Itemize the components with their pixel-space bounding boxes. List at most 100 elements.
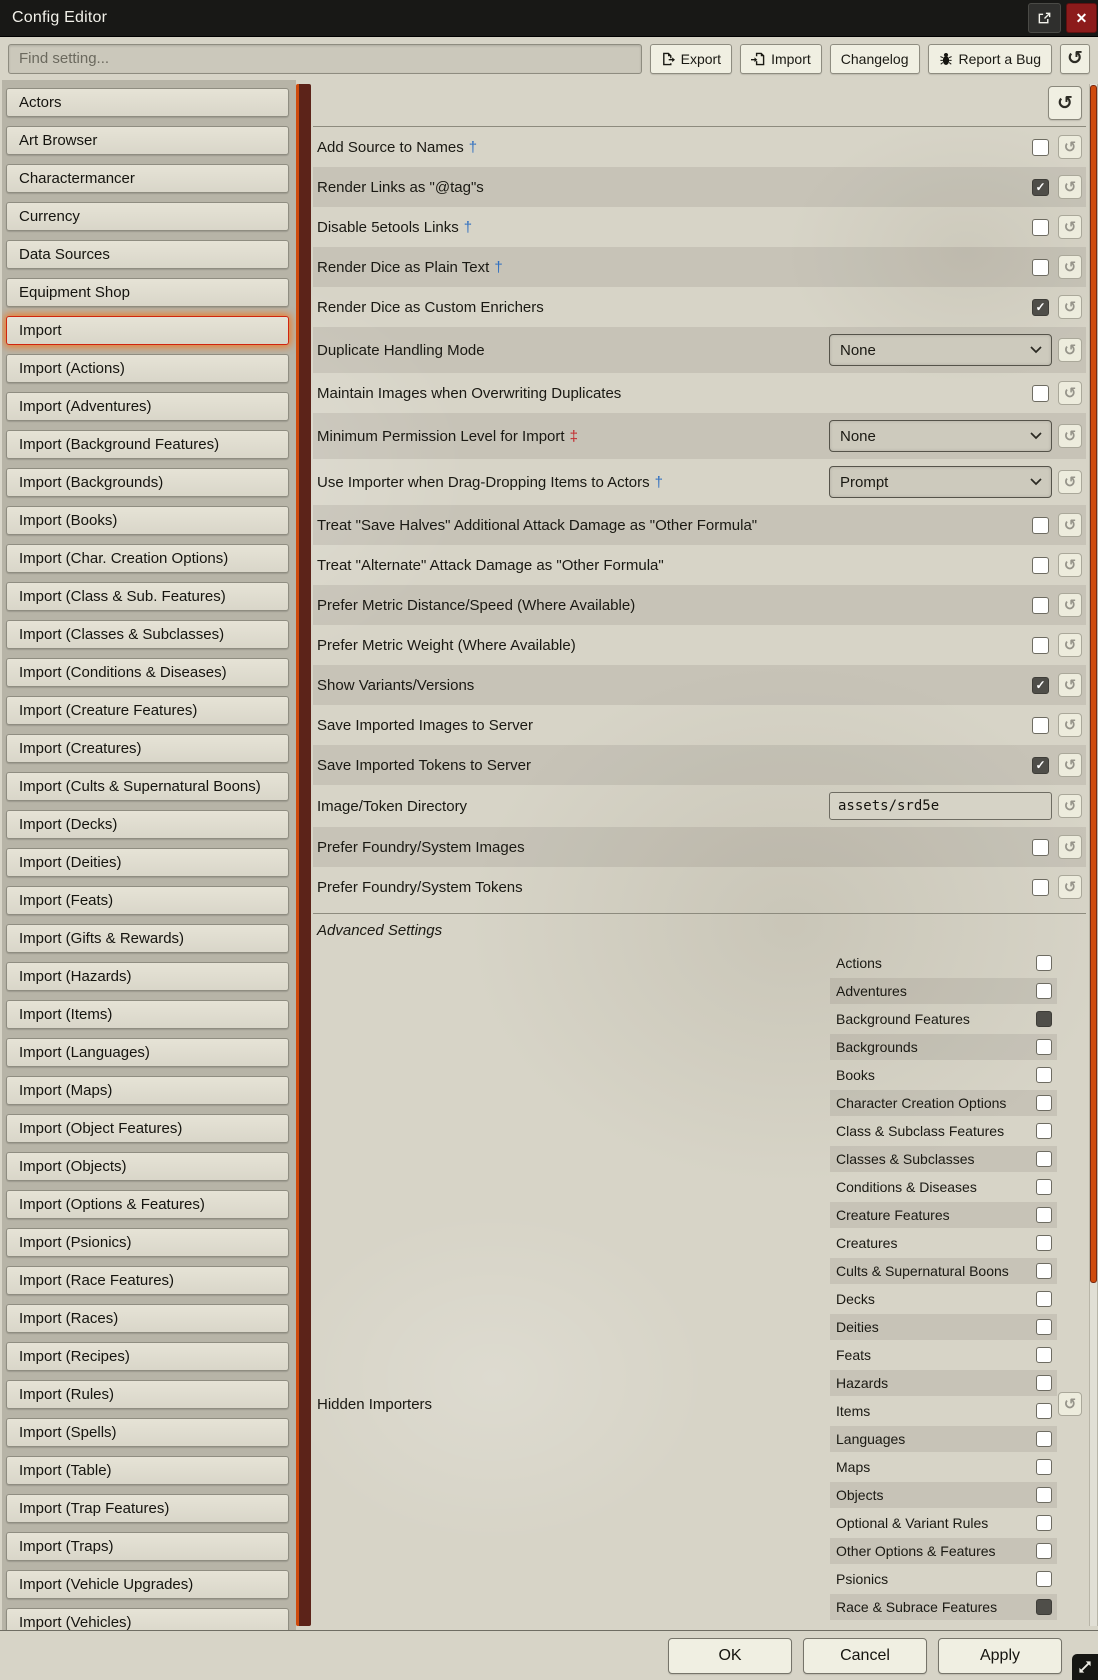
sidebar-item[interactable]: Import (Decks)	[6, 810, 289, 839]
search-input[interactable]	[8, 44, 642, 74]
setting-select[interactable]: Prompt	[829, 466, 1052, 498]
setting-checkbox[interactable]: ✓	[1032, 219, 1049, 236]
setting-checkbox[interactable]: ✓	[1032, 677, 1049, 694]
row-reset-button[interactable]: ↺	[1058, 794, 1082, 818]
sidebar-item[interactable]: Data Sources	[6, 240, 289, 269]
row-reset-button[interactable]: ↺	[1058, 255, 1082, 279]
import-button[interactable]: Import	[740, 44, 822, 74]
row-reset-button[interactable]: ↺	[1058, 553, 1082, 577]
setting-checkbox[interactable]: ✓	[1032, 385, 1049, 402]
setting-checkbox[interactable]: ✓	[1032, 597, 1049, 614]
sidebar-item[interactable]: Import (Objects)	[6, 1152, 289, 1181]
setting-checkbox[interactable]: ✓	[1032, 557, 1049, 574]
row-reset-button[interactable]: ↺	[1058, 135, 1082, 159]
sidebar-item[interactable]: Import (Conditions & Diseases)	[6, 658, 289, 687]
hidden-importer-checkbox[interactable]: ✓	[1036, 1011, 1052, 1027]
hidden-importer-checkbox[interactable]: ✓	[1036, 1375, 1052, 1391]
sidebar-item[interactable]: Import (Classes & Subclasses)	[6, 620, 289, 649]
reset-all-button[interactable]: ↺	[1048, 86, 1082, 120]
sidebar-item[interactable]: Import (Char. Creation Options)	[6, 544, 289, 573]
hidden-importer-checkbox[interactable]: ✓	[1036, 1235, 1052, 1251]
hidden-importer-checkbox[interactable]: ✓	[1036, 1599, 1052, 1615]
hidden-importer-checkbox[interactable]: ✓	[1036, 1515, 1052, 1531]
setting-checkbox[interactable]: ✓	[1032, 139, 1049, 156]
sidebar-scrollbar-thumb[interactable]	[296, 84, 311, 1626]
hidden-importer-checkbox[interactable]: ✓	[1036, 1487, 1052, 1503]
hidden-importer-checkbox[interactable]: ✓	[1036, 1347, 1052, 1363]
row-reset-button[interactable]: ↺	[1058, 713, 1082, 737]
sidebar-item[interactable]: Import (Languages)	[6, 1038, 289, 1067]
sidebar-item[interactable]: Import (Creatures)	[6, 734, 289, 763]
hidden-importer-checkbox[interactable]: ✓	[1036, 983, 1052, 999]
row-reset-button[interactable]: ↺	[1058, 295, 1082, 319]
changelog-button[interactable]: Changelog	[830, 44, 920, 74]
row-reset-button[interactable]: ↺	[1058, 381, 1082, 405]
sidebar-item[interactable]: Import (Background Features)	[6, 430, 289, 459]
sidebar-item[interactable]: Import (Vehicle Upgrades)	[6, 1570, 289, 1599]
sidebar-item[interactable]: Import (Adventures)	[6, 392, 289, 421]
hidden-importer-checkbox[interactable]: ✓	[1036, 1123, 1052, 1139]
setting-text-input[interactable]	[829, 792, 1052, 820]
setting-checkbox[interactable]: ✓	[1032, 839, 1049, 856]
sidebar-item[interactable]: Import (Recipes)	[6, 1342, 289, 1371]
sidebar-item[interactable]: Import (Trap Features)	[6, 1494, 289, 1523]
sidebar-item[interactable]: Import (Hazards)	[6, 962, 289, 991]
sidebar-item[interactable]: Actors	[6, 88, 289, 117]
close-button[interactable]: ✕	[1066, 3, 1097, 33]
export-button[interactable]: Export	[650, 44, 732, 74]
popout-button[interactable]	[1028, 3, 1061, 33]
setting-checkbox[interactable]: ✓	[1032, 879, 1049, 896]
setting-checkbox[interactable]: ✓	[1032, 259, 1049, 276]
sidebar-item[interactable]: Charactermancer	[6, 164, 289, 193]
ok-button[interactable]: OK	[668, 1638, 792, 1674]
sidebar-item[interactable]: Import (Races)	[6, 1304, 289, 1333]
sidebar-item[interactable]: Import (Race Features)	[6, 1266, 289, 1295]
row-reset-button[interactable]: ↺	[1058, 633, 1082, 657]
sidebar-item[interactable]: Import (Cults & Supernatural Boons)	[6, 772, 289, 801]
apply-button[interactable]: Apply	[938, 1638, 1062, 1674]
sidebar-item[interactable]: Import (Rules)	[6, 1380, 289, 1409]
toolbar-reset-button[interactable]: ↺	[1060, 44, 1090, 74]
row-reset-button[interactable]: ↺	[1058, 175, 1082, 199]
setting-checkbox[interactable]: ✓	[1032, 517, 1049, 534]
sidebar-item[interactable]: Equipment Shop	[6, 278, 289, 307]
resize-handle[interactable]	[1072, 1654, 1098, 1680]
sidebar-item[interactable]: Art Browser	[6, 126, 289, 155]
sidebar-item[interactable]: Import (Creature Features)	[6, 696, 289, 725]
row-reset-button[interactable]: ↺	[1058, 835, 1082, 859]
sidebar-item[interactable]: Import (Table)	[6, 1456, 289, 1485]
hidden-importer-checkbox[interactable]: ✓	[1036, 955, 1052, 971]
row-reset-button[interactable]: ↺	[1058, 470, 1082, 494]
sidebar-item[interactable]: Import (Items)	[6, 1000, 289, 1029]
sidebar-item[interactable]: Import (Actions)	[6, 354, 289, 383]
row-reset-button[interactable]: ↺	[1058, 593, 1082, 617]
sidebar-item[interactable]: Import (Vehicles)	[6, 1608, 289, 1630]
sidebar-item[interactable]: Import (Books)	[6, 506, 289, 535]
hidden-importer-checkbox[interactable]: ✓	[1036, 1571, 1052, 1587]
row-reset-button[interactable]: ↺	[1058, 513, 1082, 537]
setting-checkbox[interactable]: ✓	[1032, 179, 1049, 196]
cancel-button[interactable]: Cancel	[803, 1638, 927, 1674]
sidebar-item[interactable]: Import (Traps)	[6, 1532, 289, 1561]
hidden-importer-checkbox[interactable]: ✓	[1036, 1095, 1052, 1111]
sidebar-item[interactable]: Import (Class & Sub. Features)	[6, 582, 289, 611]
hidden-importer-checkbox[interactable]: ✓	[1036, 1543, 1052, 1559]
hidden-importers-reset-button[interactable]: ↺	[1058, 1392, 1082, 1416]
setting-select[interactable]: None	[829, 420, 1052, 452]
setting-checkbox[interactable]: ✓	[1032, 637, 1049, 654]
sidebar-item[interactable]: Import (Options & Features)	[6, 1190, 289, 1219]
hidden-importer-checkbox[interactable]: ✓	[1036, 1459, 1052, 1475]
sidebar-item[interactable]: Import (Psionics)	[6, 1228, 289, 1257]
row-reset-button[interactable]: ↺	[1058, 424, 1082, 448]
hidden-importer-checkbox[interactable]: ✓	[1036, 1319, 1052, 1335]
sidebar-item[interactable]: Import (Backgrounds)	[6, 468, 289, 497]
hidden-importer-checkbox[interactable]: ✓	[1036, 1207, 1052, 1223]
hidden-importer-checkbox[interactable]: ✓	[1036, 1179, 1052, 1195]
sidebar-item[interactable]: Import (Spells)	[6, 1418, 289, 1447]
row-reset-button[interactable]: ↺	[1058, 753, 1082, 777]
report-bug-button[interactable]: Report a Bug	[928, 44, 1053, 74]
main-scrollbar-thumb[interactable]	[1090, 85, 1097, 1283]
hidden-importer-checkbox[interactable]: ✓	[1036, 1067, 1052, 1083]
row-reset-button[interactable]: ↺	[1058, 338, 1082, 362]
hidden-importer-checkbox[interactable]: ✓	[1036, 1263, 1052, 1279]
